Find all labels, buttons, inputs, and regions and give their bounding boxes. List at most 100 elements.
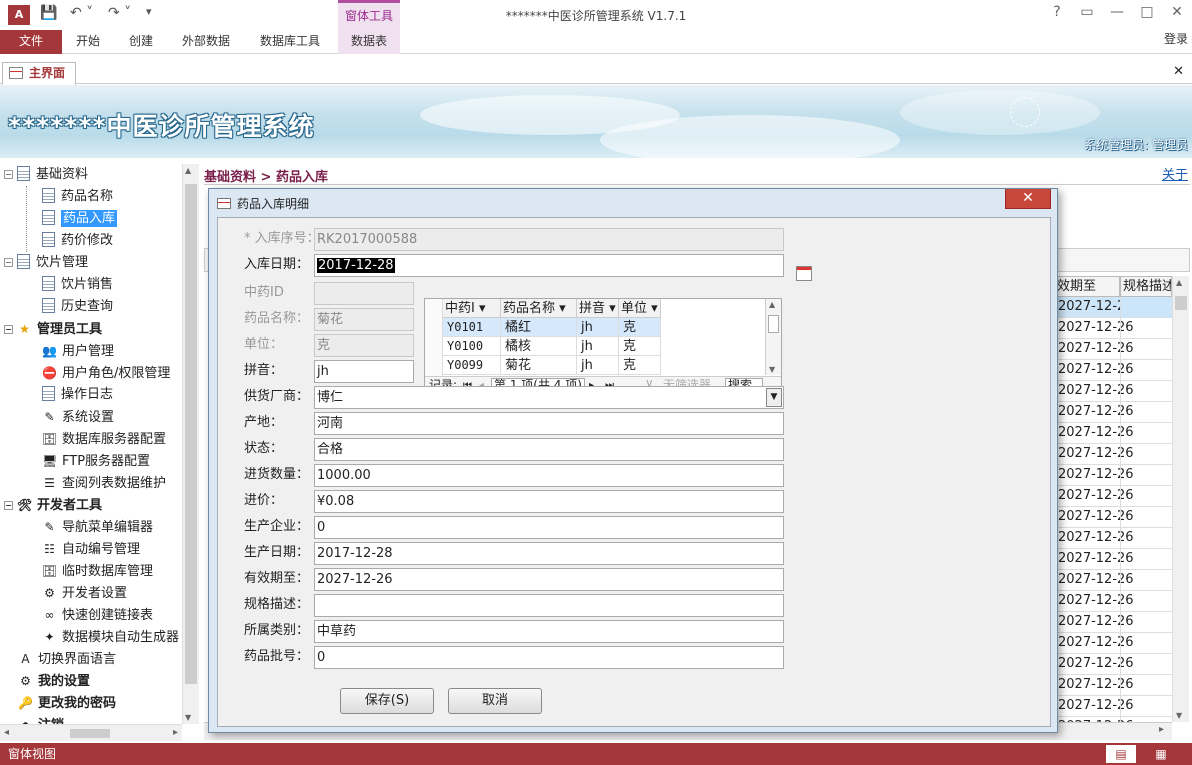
tab-home[interactable]: 开始 [66,30,110,54]
sidebar-item-11[interactable]: ✎ 系统设置 [42,406,114,428]
collapse-icon[interactable]: − [4,325,13,334]
table-row[interactable]: 2027-12-26 [1054,465,1172,486]
batch-field[interactable]: 0 [314,646,784,669]
sidebar-item-12[interactable]: 🗄 数据库服务器配置 [42,428,166,450]
table-row[interactable]: 2027-12-26 [1054,507,1172,528]
in-date-field[interactable]: 2017-12-28 [314,254,784,277]
tab-datasheet[interactable]: 数据表 [338,30,400,54]
about-link[interactable]: 关于 [1162,164,1188,183]
sidebar-item-14[interactable]: ☰ 查阅列表数据维护 [42,472,166,494]
prod-date-field[interactable]: 2017-12-28 [314,542,784,565]
subform-cell[interactable]: 橘红 [501,318,577,337]
help-icon[interactable]: ? [1042,4,1072,20]
price-field[interactable]: ¥0.08 [314,490,784,513]
sidebar-item-15[interactable]: − 🛠 开发者工具 [4,494,102,516]
category-field[interactable]: 中草药 [314,620,784,643]
expiry-field[interactable]: 2027-12-26 [314,568,784,591]
table-row[interactable]: 2027-12-26 [1054,675,1172,696]
table-row[interactable]: 2027-12-26 [1054,360,1172,381]
table-row[interactable]: 2027-12-26 [1054,549,1172,570]
table-row[interactable]: 2027-12-26 [1054,381,1172,402]
ribbon-display-icon[interactable]: ▭ [1072,4,1102,20]
sidebar-item-23[interactable]: ⚙ 我的设置 [18,670,90,692]
table-row[interactable]: 2027-12-26 [1054,654,1172,675]
sidebar-item-18[interactable]: 🗄 临时数据库管理 [42,560,153,582]
table-row[interactable]: 2027-12-26 [1054,318,1172,339]
save-button[interactable]: 保存(S) [340,688,434,714]
tab-create[interactable]: 创建 [119,30,163,54]
close-document-icon[interactable]: ✕ [1173,64,1184,79]
table-row[interactable]: 2027-12-26 [1054,570,1172,591]
subform-cell[interactable]: Y0100 [443,337,501,356]
sidebar-item-3[interactable]: 药价修改 [42,230,113,252]
sidebar-item-8[interactable]: 👥 用户管理 [42,340,114,362]
table-row[interactable]: 2027-12-26 [1054,612,1172,633]
subform-cell[interactable]: Y0099 [443,356,501,375]
collapse-icon[interactable]: − [4,258,13,267]
table-row[interactable]: 2027-12-26 [1054,444,1172,465]
spec-field[interactable] [314,594,784,617]
record-selector-column[interactable] [425,299,443,377]
sidebar-item-20[interactable]: ∞ 快速创建链接表 [42,604,154,626]
collapse-icon[interactable]: − [4,501,13,510]
cancel-button[interactable]: 取消 [448,688,542,714]
subform-cell[interactable]: 克 [619,337,661,356]
sidebar-item-1[interactable]: 药品名称 [42,186,113,208]
table-row[interactable]: 2027-12-26 [1054,402,1172,423]
subform-cell[interactable]: Y0101 [443,318,501,337]
form-view-icon[interactable]: ▤ [1106,745,1136,763]
subform-cell[interactable]: 克 [619,356,661,375]
calendar-icon[interactable] [796,266,812,281]
sidebar-item-9[interactable]: ⛔ 用户角色/权限管理 [42,362,170,384]
subform-cell[interactable]: jh [577,337,619,356]
subform-cell[interactable]: 菊花 [501,356,577,375]
sidebar-item-0[interactable]: − 基础资料 [4,164,88,186]
sidebar-item-24[interactable]: 🔑 更改我的密码 [18,692,116,714]
sidebar-item-19[interactable]: ⚙ 开发者设置 [42,582,127,604]
nav-horizontal-scrollbar[interactable]: ◂ ▸ [0,724,182,741]
sidebar-item-10[interactable]: 操作日志 [42,384,113,406]
sidebar-item-5[interactable]: 饮片销售 [42,274,113,296]
grid-header-expiry[interactable]: 效期至 [1054,276,1120,297]
table-row[interactable]: 2027-12-26 [1054,423,1172,444]
sidebar-item-17[interactable]: ☷ 自动编号管理 [42,538,140,560]
status-field[interactable]: 合格 [314,438,784,461]
table-row[interactable]: 2027-12-26 [1054,633,1172,654]
tab-database-tools[interactable]: 数据库工具 [250,30,330,54]
subform-header-id[interactable]: 中药I ▾ [443,299,501,318]
close-window-button[interactable]: ✕ [1162,4,1192,20]
supplier-combo[interactable]: 博仁 ▼ [314,386,784,409]
subform-cell[interactable]: 克 [619,318,661,337]
sidebar-item-6[interactable]: 历史查询 [42,296,113,318]
sidebar-item-7[interactable]: − ★ 管理员工具 [4,318,102,340]
subform-header-name[interactable]: 药品名称 ▾ [501,299,577,318]
chevron-down-icon[interactable]: ▼ [766,388,782,407]
tab-main-form[interactable]: 主界面 [2,62,77,85]
qty-field[interactable]: 1000.00 [314,464,784,487]
sidebar-item-4[interactable]: − 饮片管理 [4,252,88,274]
dialog-close-button[interactable]: ✕ [1005,189,1051,209]
subform-cell[interactable]: jh [577,356,619,375]
tab-external-data[interactable]: 外部数据 [172,30,240,54]
subform-scrollbar[interactable]: ▲ ▼ [765,299,781,375]
table-row[interactable]: 2027-12-26 [1054,528,1172,549]
table-row[interactable]: 2027-12-26 [1054,486,1172,507]
grid-header-spec[interactable]: 规格描述 [1120,276,1172,297]
manufacturer-field[interactable]: 0 [314,516,784,539]
sidebar-item-16[interactable]: ✎ 导航菜单编辑器 [42,516,153,538]
subform-header-pinyin[interactable]: 拼音 ▾ [577,299,619,318]
sidebar-item-25[interactable]: ⏏注销 [18,714,64,724]
subform-header-unit[interactable]: 单位 ▾ [619,299,661,318]
table-row[interactable]: 2027-12-26 [1054,591,1172,612]
tab-file[interactable]: 文件 [0,30,62,54]
minimize-button[interactable]: — [1102,4,1132,20]
grid-vertical-scrollbar[interactable]: ▲ ▼ [1172,276,1189,722]
subform-cell[interactable]: 橘核 [501,337,577,356]
sidebar-item-21[interactable]: ✦ 数据模块自动生成器 [42,626,179,648]
collapse-icon[interactable]: − [4,170,13,179]
table-row[interactable]: 2027-12-26 [1054,339,1172,360]
pinyin-field[interactable]: jh [314,360,414,383]
sidebar-item-13[interactable]: 🖥 FTP服务器配置 [42,450,150,472]
table-row[interactable]: 2027-12-26 [1054,297,1172,318]
subform-cell[interactable]: jh [577,318,619,337]
